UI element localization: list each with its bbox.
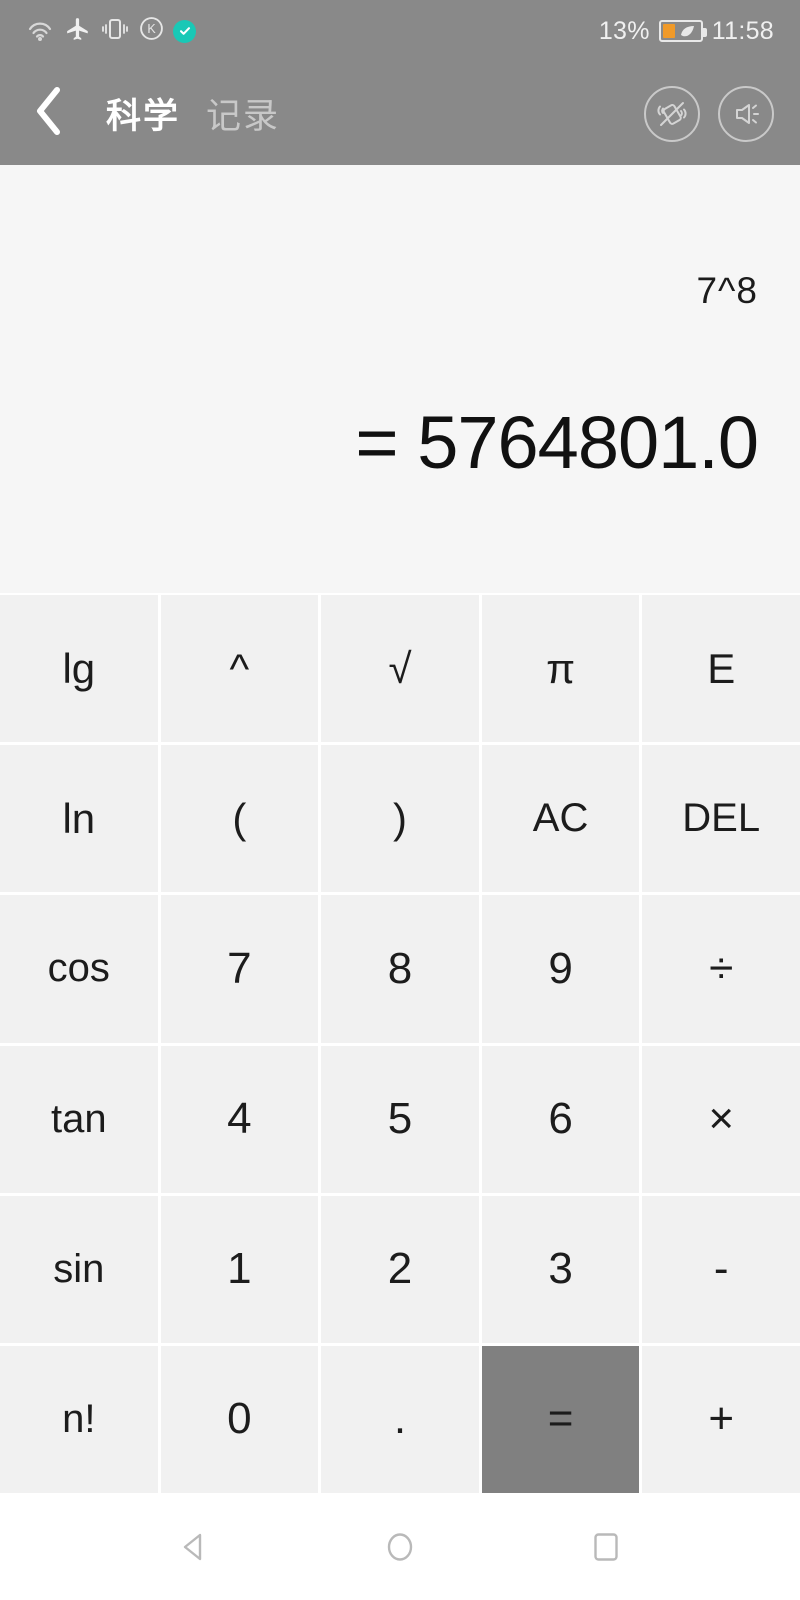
key-factorial[interactable]: n! (0, 1345, 158, 1493)
sound-on-icon[interactable] (718, 85, 774, 142)
key-plus[interactable]: + (642, 1345, 800, 1493)
calculator-display: 7^8 = 5764801.0 (0, 165, 800, 593)
key-9[interactable]: 9 (481, 895, 640, 1043)
android-recents-icon[interactable] (587, 1528, 625, 1566)
header-tabs: 科学 记录 (106, 88, 280, 139)
result-text: = 5764801.0 (355, 401, 759, 484)
key-7[interactable]: 7 (160, 895, 319, 1043)
tab-history[interactable]: 记录 (206, 88, 280, 139)
key-decimal[interactable]: . (321, 1345, 479, 1493)
status-bar: K 13% 11:58 (0, 0, 800, 62)
key-power[interactable]: ^ (160, 595, 319, 743)
airplane-mode-icon (65, 16, 91, 47)
status-bar-left-icons: K (26, 16, 196, 47)
key-multiply[interactable]: × (642, 1045, 800, 1193)
key-tan[interactable]: tan (0, 1045, 158, 1193)
key-6[interactable]: 6 (481, 1045, 640, 1193)
k-circle-icon: K (139, 16, 164, 46)
clock-label: 11:58 (711, 16, 774, 45)
key-minus[interactable]: - (642, 1195, 800, 1343)
vibrate-off-icon[interactable] (644, 85, 700, 142)
svg-text:K: K (147, 22, 156, 36)
key-log10[interactable]: lg (0, 595, 158, 743)
key-2[interactable]: 2 (321, 1195, 479, 1343)
key-exponent[interactable]: E (642, 595, 800, 743)
battery-saver-icon (658, 20, 707, 42)
key-3[interactable]: 3 (481, 1195, 640, 1343)
vibrate-icon (100, 17, 130, 46)
key-4[interactable]: 4 (160, 1045, 319, 1193)
key-1[interactable]: 1 (160, 1195, 319, 1343)
key-sqrt[interactable]: √ (321, 595, 479, 743)
back-chevron-icon (31, 85, 65, 142)
key-5[interactable]: 5 (321, 1045, 479, 1193)
key-delete[interactable]: DEL (642, 745, 800, 893)
app-header: 科学 记录 (0, 62, 800, 165)
calculator-app: K 13% 11:58 科学 记录 7^8 = 5764801.0 lg ^ √… (0, 0, 800, 1600)
header-actions (644, 62, 774, 165)
android-navigation-bar (0, 1493, 800, 1600)
expression-text: 7^8 (696, 270, 758, 311)
calculator-keypad: lg ^ √ π Eln() AC DEL cos 7 8 9 ÷ tan 4 5 6 × sin 1 2 3- n! 0.… (0, 593, 800, 1493)
key-pi[interactable]: π (481, 595, 640, 743)
tab-scientific[interactable]: 科学 (106, 88, 180, 139)
key-divide[interactable]: ÷ (642, 895, 800, 1043)
android-back-icon[interactable] (175, 1528, 213, 1566)
key-equals[interactable]: = (481, 1345, 640, 1493)
verified-check-icon (173, 19, 196, 43)
android-home-icon[interactable] (381, 1528, 419, 1566)
key-all-clear[interactable]: AC (481, 745, 640, 893)
key-paren-close[interactable]: ) (321, 745, 479, 893)
battery-percent-label: 13% (598, 16, 650, 45)
key-paren-open[interactable]: ( (160, 745, 319, 893)
key-0[interactable]: 0 (160, 1345, 319, 1493)
status-bar-right: 13% 11:58 (599, 17, 774, 46)
key-8[interactable]: 8 (321, 895, 479, 1043)
key-cos[interactable]: cos (0, 895, 158, 1043)
wifi-hotspot-icon (26, 16, 56, 47)
key-sin[interactable]: sin (0, 1195, 158, 1343)
back-button[interactable] (0, 62, 96, 165)
key-ln[interactable]: ln (0, 745, 158, 893)
